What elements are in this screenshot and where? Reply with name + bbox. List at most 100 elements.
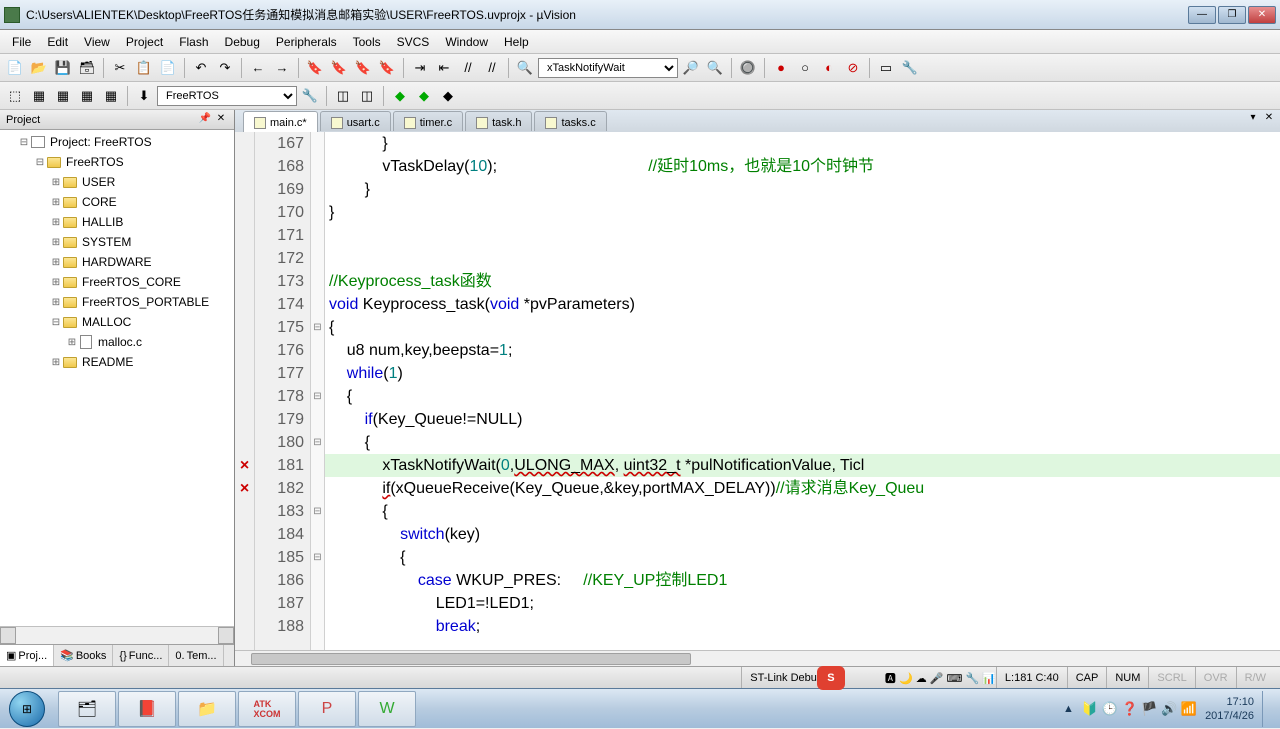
tab-functions[interactable]: {} Func...: [113, 645, 169, 666]
menu-debug[interactable]: Debug: [217, 32, 268, 52]
copy-icon[interactable]: 📋: [133, 57, 155, 79]
expand-icon[interactable]: ⊞: [50, 257, 62, 268]
tree-group-system[interactable]: ⊞SYSTEM: [2, 232, 232, 252]
tray-expand-icon[interactable]: ▲: [1063, 703, 1074, 715]
editor-hscroll[interactable]: [235, 650, 1280, 666]
outdent-icon[interactable]: ⇤: [433, 57, 455, 79]
task-item-explorer[interactable]: 🗂: [58, 691, 116, 727]
project-tree[interactable]: ⊟ Project: FreeRTOS ⊟ FreeRTOS ⊞USER ⊞CO…: [0, 130, 234, 626]
tab-close-icon[interactable]: ✕: [1262, 112, 1276, 126]
pack-green-icon[interactable]: ◆: [389, 85, 411, 107]
code-line[interactable]: }: [325, 201, 1280, 224]
code-text[interactable]: } vTaskDelay(10); //延时10ms，也就是10个时钟节 }}/…: [325, 132, 1280, 650]
tab-dropdown-icon[interactable]: ▾: [1246, 112, 1260, 126]
menu-window[interactable]: Window: [437, 32, 496, 52]
code-line[interactable]: {: [325, 546, 1280, 569]
code-line[interactable]: break;: [325, 615, 1280, 638]
panel-pin-icon[interactable]: 📌: [198, 113, 212, 127]
code-line[interactable]: case WKUP_PRES: //KEY_UP控制LED1: [325, 569, 1280, 592]
expand-icon[interactable]: ⊞: [50, 177, 62, 188]
build-icon[interactable]: ▦: [28, 85, 50, 107]
breakpoint-toggle-icon[interactable]: ○: [794, 57, 816, 79]
uncomment-icon[interactable]: //: [481, 57, 503, 79]
stop-build-icon[interactable]: ▦: [100, 85, 122, 107]
collapse-icon[interactable]: ⊟: [18, 137, 30, 148]
scrollbar-thumb[interactable]: [251, 653, 691, 665]
code-line[interactable]: void Keyprocess_task(void *pvParameters): [325, 293, 1280, 316]
editor-tab[interactable]: timer.c: [393, 111, 463, 131]
code-line[interactable]: xTaskNotifyWait(0,ULONG_MAX, uint32_t *p…: [325, 454, 1280, 477]
close-button[interactable]: ✕: [1248, 6, 1276, 24]
code-line[interactable]: u8 num,key,beepsta=1;: [325, 339, 1280, 362]
menu-file[interactable]: File: [4, 32, 39, 52]
menu-view[interactable]: View: [76, 32, 118, 52]
open-file-icon[interactable]: 📂: [28, 57, 50, 79]
status-config-icon[interactable]: 🅰 🌙 ☁ 🎤 ⌨ 🔧 📊: [885, 670, 996, 686]
code-line[interactable]: {: [325, 385, 1280, 408]
fold-toggle-icon[interactable]: ⊟: [311, 431, 324, 454]
new-file-icon[interactable]: 📄: [4, 57, 26, 79]
find-in-files-icon[interactable]: 🔎: [680, 57, 702, 79]
task-item-xcom[interactable]: ATKXCOM: [238, 691, 296, 727]
breakpoint-kill-icon[interactable]: ⊘: [842, 57, 864, 79]
config-icon[interactable]: 🔧: [899, 57, 921, 79]
comment-icon[interactable]: //: [457, 57, 479, 79]
expand-icon[interactable]: ⊞: [50, 277, 62, 288]
translate-icon[interactable]: ⬚: [4, 85, 26, 107]
code-line[interactable]: {: [325, 500, 1280, 523]
undo-icon[interactable]: ↶: [190, 57, 212, 79]
tab-project[interactable]: ▣ Proj...: [0, 645, 54, 666]
menu-edit[interactable]: Edit: [39, 32, 76, 52]
scroll-left-icon[interactable]: [0, 627, 16, 644]
target-options-icon[interactable]: 🔧: [299, 85, 321, 107]
menu-flash[interactable]: Flash: [171, 32, 216, 52]
tab-templates[interactable]: 0. Tem...: [169, 645, 223, 666]
fold-gutter[interactable]: ⊟⊟⊟⊟⊟: [311, 132, 325, 650]
tree-group-malloc[interactable]: ⊟MALLOC: [2, 312, 232, 332]
editor-tab[interactable]: tasks.c: [534, 111, 606, 131]
code-line[interactable]: [325, 224, 1280, 247]
manage-rte-icon[interactable]: ◫: [356, 85, 378, 107]
tree-group-hallib[interactable]: ⊞HALLIB: [2, 212, 232, 232]
fold-toggle-icon[interactable]: ⊟: [311, 546, 324, 569]
fold-toggle-icon[interactable]: ⊟: [311, 500, 324, 523]
editor-tab[interactable]: main.c*: [243, 111, 318, 132]
code-editor[interactable]: ×× 1671681691701711721731741751761771781…: [235, 132, 1280, 650]
maximize-button[interactable]: ❐: [1218, 6, 1246, 24]
menu-help[interactable]: Help: [496, 32, 537, 52]
expand-icon[interactable]: ⊞: [50, 297, 62, 308]
expand-icon[interactable]: ⊞: [50, 217, 62, 228]
menu-svcs[interactable]: SVCS: [389, 32, 438, 52]
code-line[interactable]: while(1): [325, 362, 1280, 385]
bookmark-next-icon[interactable]: 🔖: [352, 57, 374, 79]
pack-installer-icon[interactable]: ◆: [437, 85, 459, 107]
expand-icon[interactable]: ⊞: [50, 237, 62, 248]
collapse-icon[interactable]: ⊟: [34, 157, 46, 168]
indent-icon[interactable]: ⇥: [409, 57, 431, 79]
task-item-uvision[interactable]: W: [358, 691, 416, 727]
expand-icon[interactable]: ⊞: [50, 197, 62, 208]
tray-icons[interactable]: 🔰 🕒 ❓ 🏴 🔊 📶: [1082, 701, 1197, 717]
tree-group-core[interactable]: ⊞CORE: [2, 192, 232, 212]
fold-toggle-icon[interactable]: ⊟: [311, 316, 324, 339]
rebuild-icon[interactable]: ▦: [52, 85, 74, 107]
code-line[interactable]: }: [325, 178, 1280, 201]
code-line[interactable]: if(xQueueReceive(Key_Queue,&key,portMAX_…: [325, 477, 1280, 500]
code-line[interactable]: if(Key_Queue!=NULL): [325, 408, 1280, 431]
show-desktop-button[interactable]: [1262, 691, 1272, 727]
task-item-powerpoint[interactable]: P: [298, 691, 356, 727]
manage-project-icon[interactable]: ◫: [332, 85, 354, 107]
redo-icon[interactable]: ↷: [214, 57, 236, 79]
expand-icon[interactable]: ⊞: [50, 357, 62, 368]
start-button[interactable]: ⊞: [0, 689, 54, 729]
bookmark-clear-icon[interactable]: 🔖: [376, 57, 398, 79]
bookmark-prev-icon[interactable]: 🔖: [328, 57, 350, 79]
paste-icon[interactable]: 📄: [157, 57, 179, 79]
debug-icon[interactable]: 🔘: [737, 57, 759, 79]
tray-clock[interactable]: 17:10 2017/4/26: [1205, 695, 1254, 723]
task-item-folder[interactable]: 📁: [178, 691, 236, 727]
menu-peripherals[interactable]: Peripherals: [268, 32, 345, 52]
tree-file-malloc[interactable]: ⊞malloc.c: [2, 332, 232, 352]
code-line[interactable]: }: [325, 132, 1280, 155]
find-icon[interactable]: 🔍: [514, 57, 536, 79]
